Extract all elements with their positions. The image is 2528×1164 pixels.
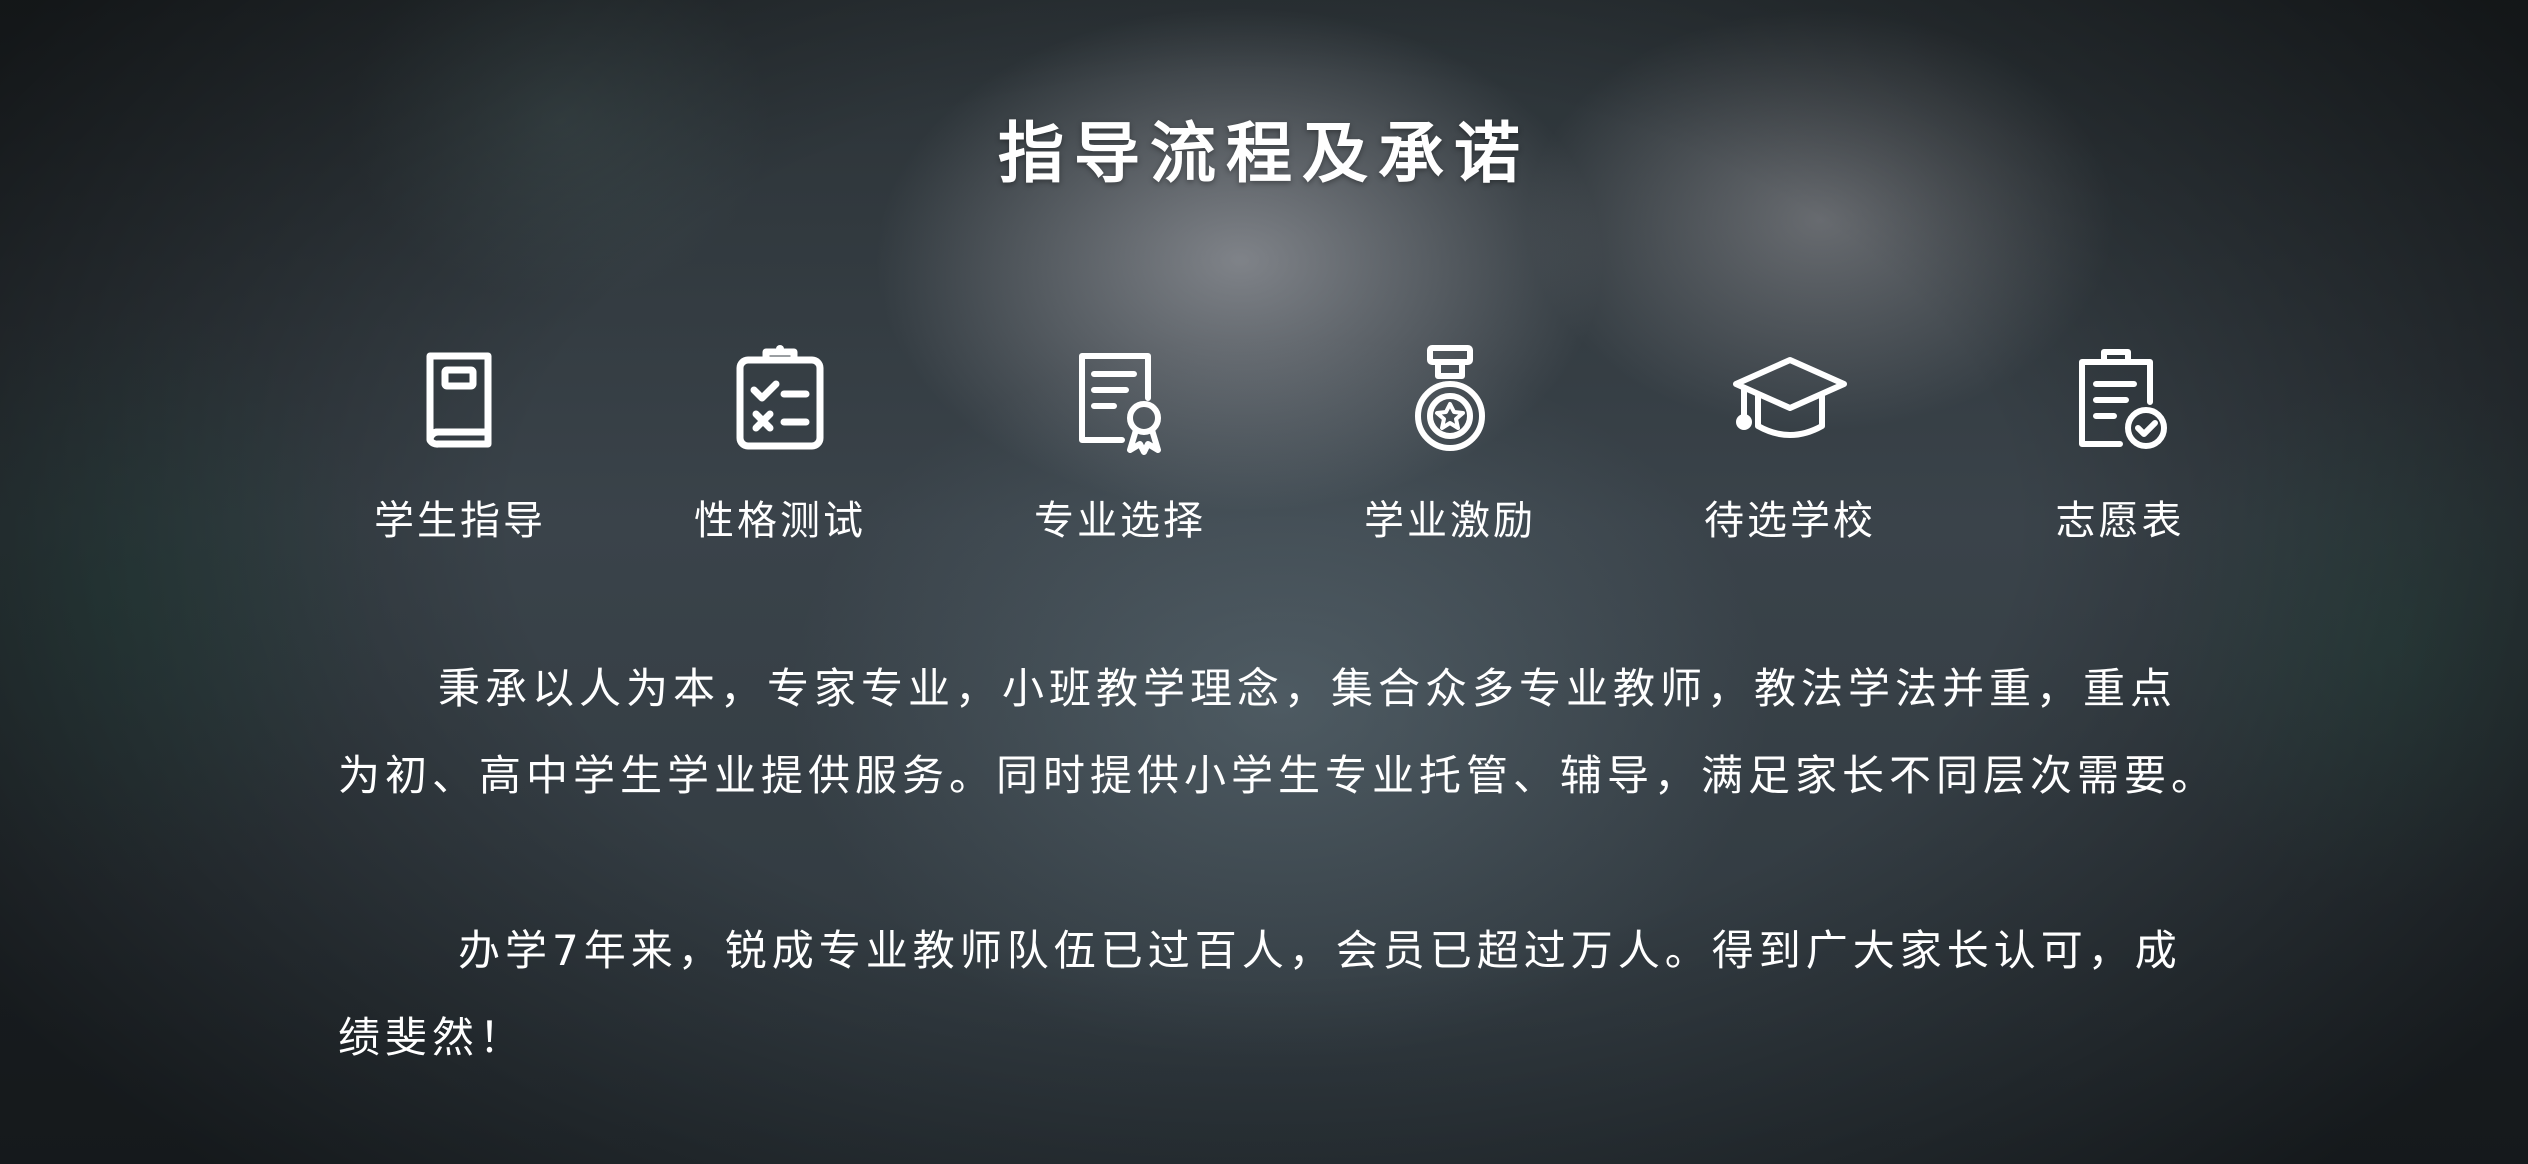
step-label: 待选学校 [1704,498,1876,544]
step-student-guidance: 学生指导 [300,340,620,546]
step-application-form: 志愿表 [1960,340,2280,546]
step-label: 学生指导 [374,498,546,544]
clipboard-check-icon [2060,340,2180,460]
step-personality-test: 性格测试 [620,340,940,546]
page-content: 指导流程及承诺 学生指导 性格测试 专业选择 学业激励 待选学校 志愿表 秉承以… [0,0,2528,1164]
process-steps: 学生指导 性格测试 专业选择 学业激励 待选学校 志愿表 [300,340,2220,560]
step-label: 学业激励 [1364,498,1536,544]
step-label: 专业选择 [1034,498,1206,544]
intro-paragraph-1: 秉承以人为本，专家专业，小班教学理念，集合众多专业教师，教法学法并重，重点为初、… [338,664,2219,800]
medal-icon [1390,340,1510,460]
step-label: 性格测试 [694,498,866,544]
step-major-selection: 专业选择 [960,340,1280,546]
certificate-document-icon [1060,340,1180,460]
book-icon [400,340,520,460]
step-academic-incentive: 学业激励 [1290,340,1610,546]
intro-paragraph-2: 办学7年来，锐成专业教师队伍已过百人，会员已超过万人。得到广大家长认可，成绩斐然… [338,926,2182,1062]
step-candidate-schools: 待选学校 [1630,340,1950,546]
checklist-clipboard-icon [720,340,840,460]
step-label: 志愿表 [2055,498,2185,544]
page-title: 指导流程及承诺 [998,115,1530,192]
graduation-cap-icon [1730,340,1850,460]
